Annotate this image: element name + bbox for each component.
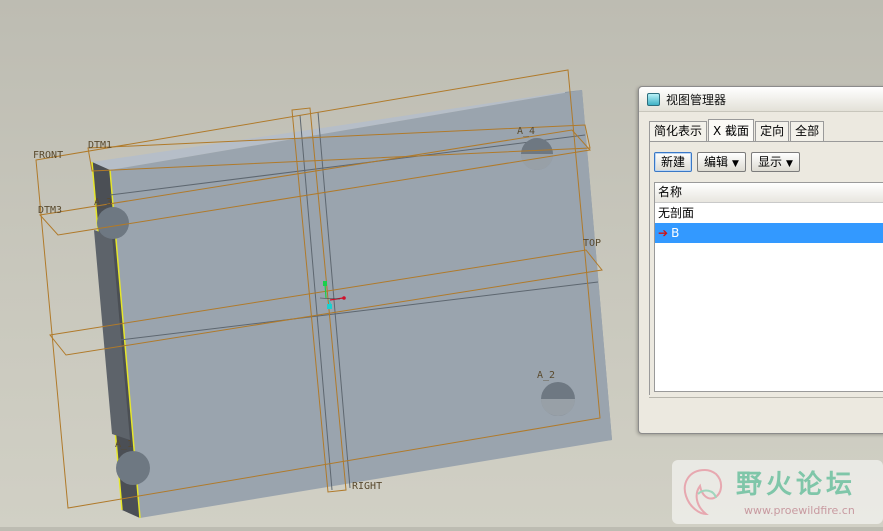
chevron-down-icon: ▼ bbox=[732, 159, 739, 169]
axis-a3-label: A_3 bbox=[94, 197, 112, 208]
edit-button-label: 编辑 bbox=[704, 155, 729, 169]
view-manager-icon bbox=[647, 92, 660, 106]
list-item-label: 无剖面 bbox=[658, 206, 695, 220]
x-section-panel: 新建 编辑 ▼ 显示 ▼ 名称 无剖面 ➔ B bbox=[649, 141, 883, 395]
axis-a1-label: A_1 bbox=[115, 439, 133, 450]
list-item-b[interactable]: ➔ B bbox=[655, 223, 883, 243]
display-button-label: 显示 bbox=[757, 155, 782, 169]
forum-logo-icon bbox=[683, 468, 722, 516]
dialog-footer bbox=[649, 397, 883, 424]
list-item-label: B bbox=[671, 226, 680, 240]
dialog-titlebar[interactable]: 视图管理器 bbox=[639, 87, 883, 112]
tab-all[interactable]: 全部 bbox=[790, 121, 825, 141]
chevron-down-icon: ▼ bbox=[785, 159, 793, 169]
forum-url: www.proewildfire.cn bbox=[744, 504, 855, 517]
edit-button[interactable]: 编辑 ▼ bbox=[697, 152, 746, 172]
datum-front-label: FRONT bbox=[33, 150, 63, 161]
axis-a2-label: A_2 bbox=[537, 370, 555, 381]
datum-top-label: TOP bbox=[583, 238, 601, 249]
section-list[interactable]: 名称 无剖面 ➔ B bbox=[654, 182, 883, 392]
active-arrow-icon: ➔ bbox=[658, 226, 669, 240]
datum-dtm3-label: DTM3 bbox=[38, 205, 62, 216]
new-button-label: 新建 bbox=[661, 155, 686, 169]
list-item-no-section[interactable]: 无剖面 bbox=[655, 203, 883, 223]
list-header-name[interactable]: 名称 bbox=[655, 183, 883, 203]
new-button[interactable]: 新建 bbox=[654, 152, 693, 172]
tab-simplified-rep[interactable]: 简化表示 bbox=[649, 121, 708, 141]
view-manager-dialog: 视图管理器 简化表示 X 截面 定向 全部 新建 编辑 ▼ 显示 ▼ 名称 无剖面 … bbox=[638, 86, 883, 434]
hole-a1[interactable] bbox=[116, 451, 150, 485]
forum-title: 野火论坛 bbox=[736, 470, 857, 500]
hole-a3[interactable] bbox=[97, 207, 129, 239]
datum-dtm1-label: DTM1 bbox=[88, 140, 112, 151]
axis-a4-label: A_4 bbox=[517, 126, 535, 137]
section-toolbar: 新建 编辑 ▼ 显示 ▼ bbox=[654, 152, 805, 172]
tab-orient[interactable]: 定向 bbox=[755, 121, 790, 141]
datum-right-label: RIGHT bbox=[352, 481, 382, 492]
forum-watermark: 野火论坛 www.proewildfire.cn bbox=[672, 460, 883, 524]
display-button[interactable]: 显示 ▼ bbox=[750, 152, 800, 172]
tab-strip: 简化表示 X 截面 定向 全部 bbox=[649, 119, 825, 142]
tab-x-section[interactable]: X 截面 bbox=[708, 119, 755, 142]
dialog-title: 视图管理器 bbox=[666, 92, 727, 107]
